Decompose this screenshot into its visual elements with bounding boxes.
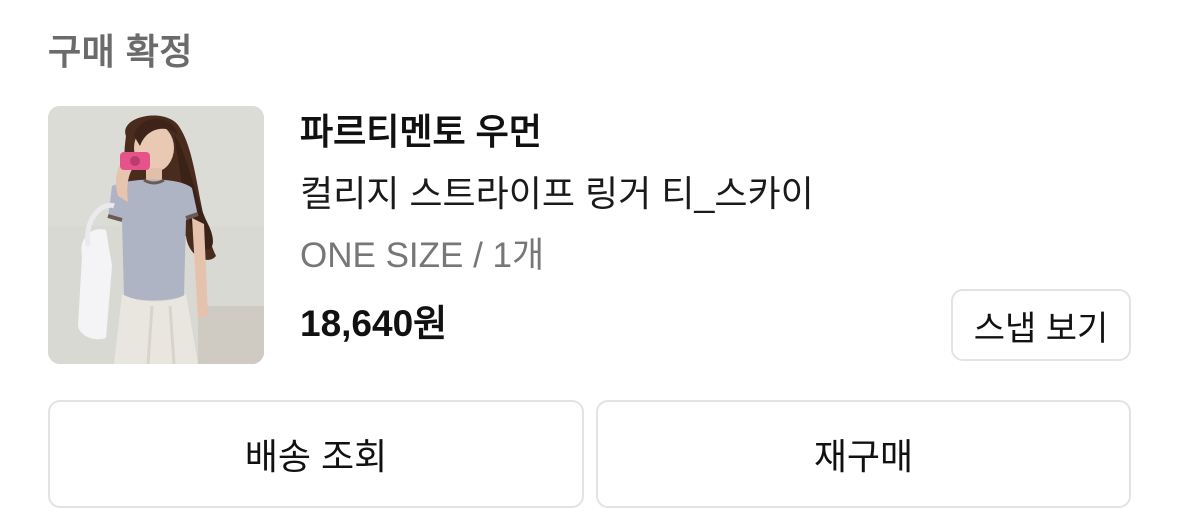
product-price: 18,640원	[300, 303, 448, 344]
product-option: ONE SIZE / 1개	[300, 236, 545, 275]
order-status-title: 구매 확정	[48, 31, 193, 72]
track-delivery-button[interactable]: 배송 조회	[48, 400, 584, 508]
product-photo	[48, 106, 264, 364]
product-image[interactable]	[48, 106, 264, 364]
brand-name[interactable]: 파르티멘토 우먼	[300, 108, 542, 156]
reorder-button[interactable]: 재구매	[596, 400, 1131, 508]
product-name[interactable]: 컬리지 스트라이프 링거 티_스카이	[300, 170, 814, 218]
snap-view-button[interactable]: 스냅 보기	[951, 289, 1131, 361]
